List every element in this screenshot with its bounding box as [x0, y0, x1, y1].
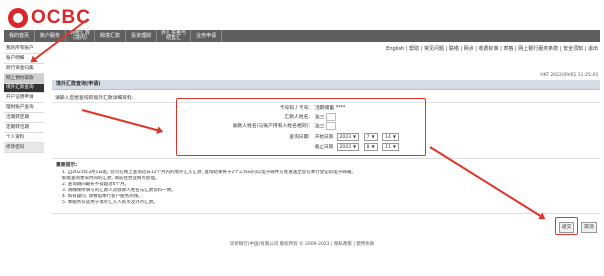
notes-heading: 重要提示:	[56, 163, 78, 168]
sidebar-item-current-to-fixed[interactable]: 活期转定期	[4, 112, 44, 123]
sidebar: 我的所有账户 账户明细 跨行资金归集 网上预约取款 境外汇款查询 开户证明申请 …	[4, 44, 44, 153]
tab-forex-sublabel: 结售汇	[166, 35, 182, 41]
page-title: 境外汇款查询(申请)	[56, 81, 101, 87]
sidebar-item-withdrawal[interactable]: 网上预约取款	[4, 74, 44, 84]
ocbc-logo-mark	[8, 8, 28, 28]
important-notes: 重要提示: 1. 自2023年3月1日起, 您可在网上查询过去12个月内的境外汇…	[52, 158, 600, 214]
sidebar-item-all-accounts[interactable]: 我的所有账户	[4, 44, 44, 54]
top-navigation: 我的首页 账户服务 转账汇款 (境内) 跨境汇款 投资理财 外汇买卖与 结售汇 …	[4, 30, 600, 42]
sidebar-item-certificate[interactable]: 开户证明申请	[4, 92, 44, 103]
submit-button[interactable]: 递交	[559, 222, 574, 233]
utility-links[interactable]: English | 帮助 | 常见问题 | 联络 | 网点 | 收费标准 | 表…	[386, 45, 598, 52]
tab-investment-label: 投资理财	[131, 32, 152, 39]
tab-crossborder-label: 跨境汇款	[100, 32, 121, 39]
tab-forex[interactable]: 外汇买卖与 结售汇	[157, 30, 192, 42]
sidebar-item-remittance-inquiry[interactable]: 境外汇款查询	[4, 84, 44, 93]
tab-applications[interactable]: 业务申请	[191, 30, 223, 42]
tab-account-services-label: 账户服务	[40, 32, 61, 39]
tab-investment[interactable]: 投资理财	[126, 30, 158, 42]
tab-home[interactable]: 我的首页	[4, 30, 36, 42]
sidebar-item-fixed-to-current[interactable]: 定期转活期	[4, 122, 44, 133]
footer: 华侨银行(中国)有限公司 版权所有 © 2009-2023 | 隐私政策 | 使…	[229, 242, 375, 247]
tab-applications-label: 业务申请	[196, 32, 217, 39]
cancel-button[interactable]: 取消	[581, 222, 597, 233]
sidebar-item-password[interactable]: 修改密码	[4, 142, 44, 153]
sidebar-item-profile[interactable]: 个人资料	[4, 132, 44, 143]
timestamp: HKT 2022/09/01 11:25:43	[540, 73, 598, 78]
page-title-bar: 境外汇款查询(申请)	[52, 80, 600, 90]
ocbc-logo-text: OCBC	[31, 7, 91, 28]
highlight-form-box	[176, 98, 426, 156]
tab-domestic-transfer-sublabel: (境内)	[73, 35, 87, 41]
sidebar-item-cash-pooling[interactable]: 跨行资金归集	[4, 64, 44, 74]
tab-crossborder[interactable]: 跨境汇款	[95, 30, 127, 42]
tab-home-label: 我的首页	[9, 32, 30, 39]
sidebar-item-wealth[interactable]: 理财账户查询	[4, 102, 44, 113]
